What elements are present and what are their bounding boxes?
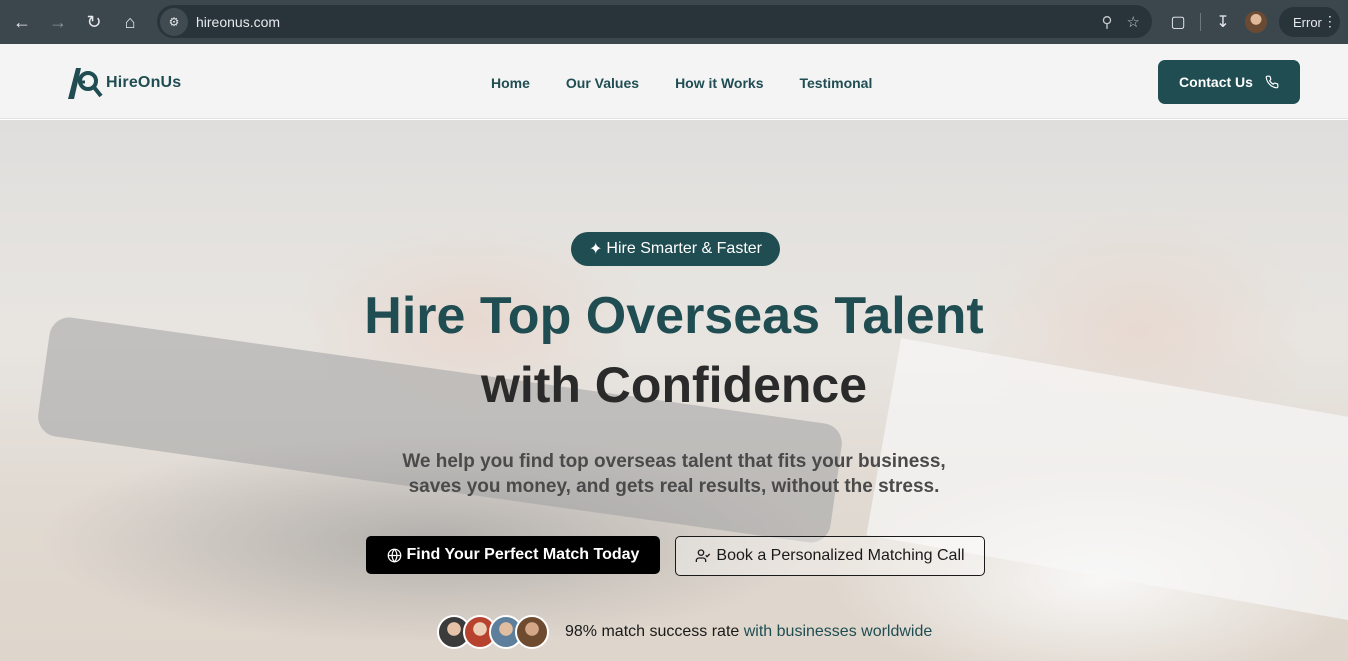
site-header: HireOnUs Home Our Values How it Works Te…: [0, 44, 1348, 119]
logo-mark-icon: [68, 68, 103, 99]
proof-rate: 98% match success rate: [565, 623, 740, 640]
extensions-icon[interactable]: ▢: [1162, 6, 1194, 38]
profile-error-chip[interactable]: Error ⋮: [1279, 7, 1340, 37]
nav-home[interactable]: Home: [491, 75, 530, 91]
hero-subtitle-line1: We help you find top overseas talent tha…: [402, 451, 946, 472]
nav-how-it-works[interactable]: How it Works: [675, 75, 763, 91]
downloads-icon[interactable]: ↧: [1207, 6, 1239, 38]
main-nav: Home Our Values How it Works Testimonal: [491, 75, 908, 91]
social-proof: 98% match success rate with businesses w…: [437, 614, 932, 650]
hero-subtitle: We help you find top overseas talent tha…: [374, 449, 974, 499]
find-match-button[interactable]: Find Your Perfect Match Today: [366, 536, 660, 574]
site-logo[interactable]: HireOnUs: [66, 66, 181, 100]
hero-badge-label: Hire Smarter & Faster: [606, 240, 762, 257]
user-check-icon: [696, 549, 711, 562]
globe-icon: [387, 548, 401, 563]
profile-status-label: Error: [1293, 14, 1322, 30]
contact-us-button[interactable]: Contact Us: [1158, 60, 1300, 104]
hero-title-line1: Hire Top Overseas Talent: [364, 287, 984, 345]
contact-us-label: Contact Us: [1179, 74, 1253, 90]
proof-text: 98% match success rate with businesses w…: [565, 623, 932, 641]
home-icon[interactable]: ⌂: [112, 4, 148, 40]
profile-avatar[interactable]: [1245, 11, 1267, 33]
hero-subtitle-line2: saves you money, and gets real results, …: [408, 476, 940, 497]
logo-text: HireOnUs: [106, 74, 182, 91]
nav-our-values[interactable]: Our Values: [566, 75, 639, 91]
book-call-button[interactable]: Book a Personalized Matching Call: [675, 536, 985, 576]
zoom-icon[interactable]: ⚲: [1102, 13, 1113, 31]
hero-title-line2: with Confidence: [480, 357, 868, 413]
reload-icon[interactable]: ↻: [76, 4, 112, 40]
hero-section: ✦ Hire Smarter & Faster Hire Top Oversea…: [0, 120, 1348, 661]
avatar: [515, 615, 549, 649]
book-call-label: Book a Personalized Matching Call: [716, 547, 965, 564]
bookmark-star-icon[interactable]: ☆: [1127, 13, 1140, 31]
back-icon[interactable]: ←: [4, 4, 40, 40]
nav-testimonal[interactable]: Testimonal: [799, 75, 872, 91]
browser-toolbar: ← → ↻ ⌂ ⚙ hireonus.com ⚲ ☆ ▢ ↧ Error ⋮: [0, 0, 1348, 44]
site-info-icon[interactable]: ⚙: [160, 7, 188, 36]
proof-highlight: with businesses worldwide: [743, 623, 933, 640]
address-bar[interactable]: ⚙ hireonus.com ⚲ ☆: [157, 5, 1152, 38]
toolbar-divider: [1200, 13, 1201, 31]
sparkle-icon: ✦: [589, 241, 603, 258]
phone-icon: [1265, 75, 1279, 89]
avatar-group: [437, 615, 549, 649]
hero-badge: ✦ Hire Smarter & Faster: [571, 232, 780, 266]
url-text[interactable]: hireonus.com: [196, 14, 280, 30]
forward-icon[interactable]: →: [40, 4, 76, 40]
kebab-menu-icon[interactable]: ⋮: [1323, 13, 1337, 30]
find-match-label: Find Your Perfect Match Today: [406, 546, 640, 563]
